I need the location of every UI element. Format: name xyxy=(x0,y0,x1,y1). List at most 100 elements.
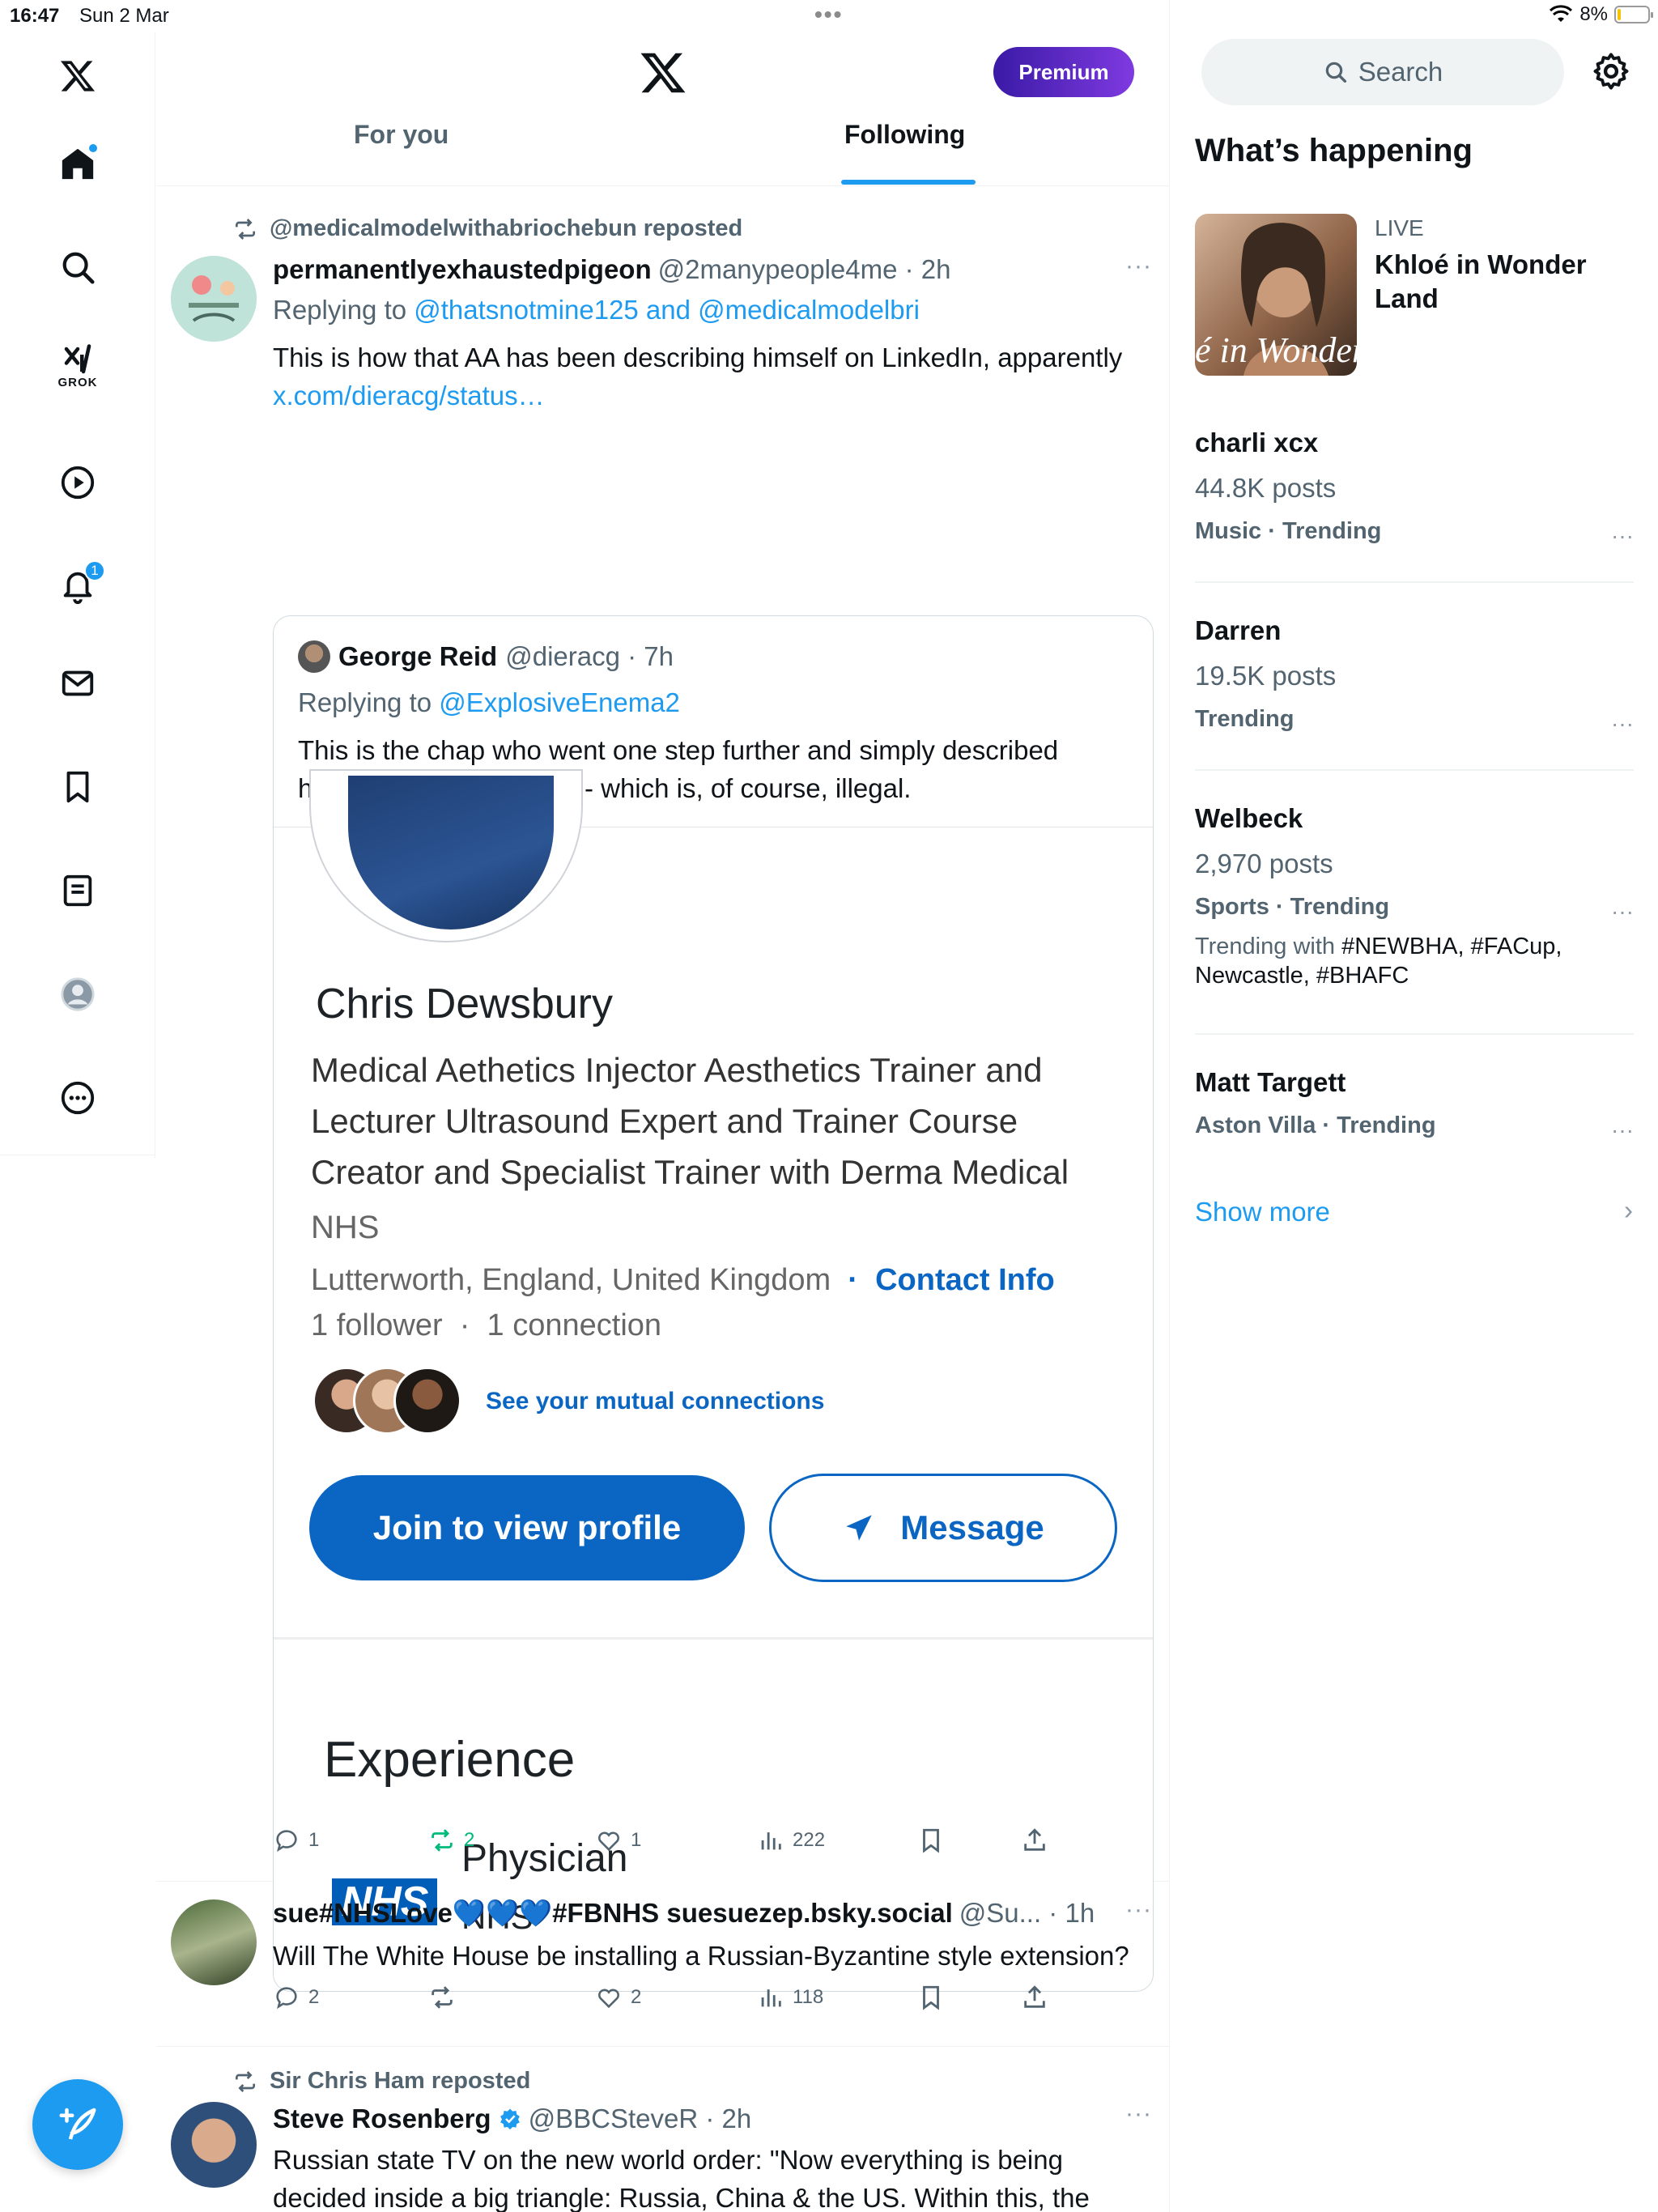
more-icon[interactable]: ··· xyxy=(1125,2100,1152,2128)
trend-divider xyxy=(1195,581,1634,583)
notifications-bell-icon[interactable]: 1 xyxy=(52,560,105,612)
author-name[interactable]: sue#NHSLove💙💙💙#FBNHS suesuezep.bsky.soci… xyxy=(273,1898,953,1929)
tweet-header: Steve Rosenberg @BBCSteveR · 2h xyxy=(273,2104,751,2134)
grok-label: GROK xyxy=(57,376,98,389)
author-name[interactable]: permanentlyexhaustedpigeon xyxy=(273,254,652,285)
avatar[interactable] xyxy=(171,2102,257,2188)
bookmark-button[interactable] xyxy=(917,1984,945,2011)
linkedin-connections: 1 connection xyxy=(487,1308,662,1342)
replying-to-prefix: Replying to xyxy=(273,295,414,325)
bookmark-icon xyxy=(923,1828,939,1853)
views-chart-icon xyxy=(761,1832,781,1850)
reply-button[interactable]: 2 xyxy=(273,1984,319,2011)
trend-item[interactable]: charli xcx 44.8K posts Music · Trending … xyxy=(1195,428,1634,548)
trend-name: Darren xyxy=(1195,615,1282,645)
quote-author-name: George Reid xyxy=(338,641,498,671)
trend-item[interactable]: Matt Targett Aston Villa · Trending ··· xyxy=(1195,1067,1634,1142)
messages-envelope-icon[interactable] xyxy=(52,657,104,709)
replying-to: Replying to @thatsnotmine125 and @medica… xyxy=(273,295,920,325)
grok-icon[interactable]: GROK xyxy=(52,340,104,392)
tweet-text: Will The White House be installing a Rus… xyxy=(273,1941,1129,1971)
author-handle-time[interactable]: @2manypeople4me · 2h xyxy=(658,254,951,285)
repost-count: 2 xyxy=(464,1829,475,1851)
avatar[interactable] xyxy=(171,1899,257,1985)
live-title[interactable]: Khloé in Wonder Land xyxy=(1375,248,1634,316)
repost-icon xyxy=(432,1986,453,2009)
trend-count: 44.8K posts xyxy=(1195,473,1337,503)
whats-happening-title: What’s happening xyxy=(1195,133,1473,168)
more-icon[interactable]: ··· xyxy=(1125,1896,1152,1924)
avatar[interactable] xyxy=(171,256,257,342)
search-icon[interactable] xyxy=(52,241,104,293)
tweet-link[interactable]: x.com/dieracg/status… xyxy=(273,376,1155,415)
bookmarks-icon[interactable] xyxy=(52,761,104,813)
tweet[interactable]: @medicalmodelwithabriochebun reposted pe… xyxy=(156,188,1170,1992)
lists-icon[interactable] xyxy=(52,865,104,917)
linkedin-message-button: Message xyxy=(769,1474,1117,1582)
share-button[interactable] xyxy=(1021,1827,1048,1854)
linkedin-experience-title: Experience xyxy=(324,1732,576,1788)
repost-context: @medicalmodelwithabriochebun reposted xyxy=(232,215,742,242)
replying-to-handles[interactable]: @thatsnotmine125 and @medicalmodelbri xyxy=(414,295,920,325)
views-button[interactable]: 118 xyxy=(757,1984,823,2011)
live-event-image[interactable]: é in Wonder l xyxy=(1195,214,1357,376)
like-count: 2 xyxy=(631,1986,642,2008)
tweet[interactable]: Sir Chris Ham reposted Steve Rosenberg @… xyxy=(156,2047,1170,2212)
trend-related: Trending with #NEWBHA, #FACup, Newcastle… xyxy=(1195,932,1634,990)
trend-category: Aston Villa · Trending xyxy=(1195,1112,1436,1138)
settings-gear-icon[interactable] xyxy=(1590,50,1632,92)
trend-item[interactable]: Welbeck 2,970 posts Sports · Trending Tr… xyxy=(1195,803,1634,990)
reply-button[interactable]: 1 xyxy=(273,1827,319,1854)
linkedin-section-divider xyxy=(274,1637,1153,1640)
reply-count: 2 xyxy=(308,1986,320,2008)
timeline-header: Premium For you Following xyxy=(156,32,1170,186)
more-icon[interactable]: ··· xyxy=(1611,899,1634,925)
search-placeholder: Search xyxy=(1358,57,1443,87)
bookmark-icon xyxy=(923,1985,939,2010)
quote-replying-prefix: Replying to xyxy=(298,687,440,717)
repost-context: Sir Chris Ham reposted xyxy=(232,2068,530,2095)
linkedin-mutual-connections: See your mutual connections xyxy=(486,1388,825,1414)
author-name[interactable]: Steve Rosenberg xyxy=(273,2104,491,2134)
compose-post-button[interactable] xyxy=(32,2079,123,2170)
more-icon[interactable]: ··· xyxy=(1611,1117,1634,1143)
author-handle-time[interactable]: @BBCSteveR · 2h xyxy=(529,2104,752,2134)
linkedin-follow-line: 1 follower · 1 connection xyxy=(311,1308,662,1342)
trend-item[interactable]: Darren 19.5K posts Trending ··· xyxy=(1195,615,1634,736)
live-image-caption: é in Wonder l xyxy=(1195,330,1357,370)
repost-button[interactable] xyxy=(428,1984,464,2011)
more-icon[interactable]: ··· xyxy=(1611,523,1634,549)
like-button[interactable]: 1 xyxy=(595,1827,641,1854)
trend-count: 19.5K posts xyxy=(1195,661,1337,691)
more-icon[interactable]: ··· xyxy=(1611,711,1634,737)
trend-category: Sports · Trending xyxy=(1195,894,1390,920)
trend-related-prefix: Trending with xyxy=(1195,934,1342,959)
premium-button[interactable]: Premium xyxy=(993,47,1134,97)
trend-name: Welbeck xyxy=(1195,803,1303,833)
more-icon[interactable]: ··· xyxy=(1125,253,1152,280)
linkedin-screenshot-image[interactable]: Chris Dewsbury Medical Aethetics Injecto… xyxy=(274,771,1153,1991)
tab-for-you[interactable]: For you xyxy=(354,120,449,150)
like-count: 1 xyxy=(631,1829,642,1851)
x-logo-icon[interactable] xyxy=(639,49,687,97)
quote-replying-handle[interactable]: @ExplosiveEnema2 xyxy=(439,687,680,717)
video-play-icon[interactable] xyxy=(52,457,104,508)
x-logo-icon[interactable] xyxy=(52,50,104,102)
tweet[interactable]: sue#NHSLove💙💙💙#FBNHS suesuezep.bsky.soci… xyxy=(156,1882,1170,2047)
more-options-icon[interactable] xyxy=(52,1072,104,1124)
repost-button[interactable]: 2 xyxy=(428,1827,474,1854)
views-count: 118 xyxy=(793,1986,824,2008)
tab-following[interactable]: Following xyxy=(844,120,965,150)
like-button[interactable]: 2 xyxy=(595,1984,641,2011)
show-more-link[interactable]: Show more xyxy=(1195,1197,1330,1227)
trend-count: 2,970 posts xyxy=(1195,849,1333,878)
views-button[interactable]: 222 xyxy=(757,1827,825,1854)
quoted-tweet[interactable]: George Reid @dieracg · 7h Replying to @E… xyxy=(273,615,1154,1992)
tab-selected-indicator xyxy=(841,180,976,185)
bookmark-button[interactable] xyxy=(917,1827,945,1854)
author-handle-time[interactable]: @Su... · 1h xyxy=(959,1898,1095,1929)
search-input[interactable]: Search xyxy=(1201,39,1564,105)
home-icon[interactable] xyxy=(52,138,104,189)
share-button[interactable] xyxy=(1021,1984,1048,2011)
profile-avatar-icon[interactable] xyxy=(52,968,104,1020)
